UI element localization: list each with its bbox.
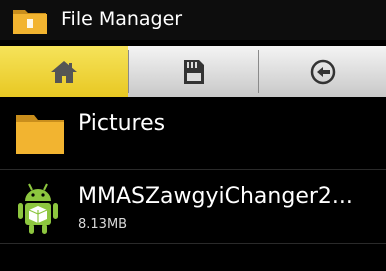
tab-sd-card[interactable] <box>129 46 258 97</box>
tab-bar <box>0 46 386 97</box>
folder-icon <box>16 115 64 154</box>
title-bar: File Manager <box>0 0 386 40</box>
android-icon <box>18 183 58 234</box>
file-name: Pictures <box>78 111 166 136</box>
folder-icon <box>13 10 47 34</box>
app-title: File Manager <box>61 8 183 30</box>
list-item[interactable]: Pictures <box>0 97 386 169</box>
tab-back[interactable] <box>259 46 386 97</box>
list-item[interactable]: MMASZawgyiChanger2... 8.13MB <box>0 170 386 242</box>
file-size: 8.13MB <box>78 217 128 232</box>
home-icon <box>51 60 77 83</box>
sd-card-icon <box>183 59 204 84</box>
tab-home[interactable] <box>0 46 128 97</box>
file-name: MMASZawgyiChanger2... <box>78 184 353 209</box>
back-arrow-icon <box>310 59 335 84</box>
